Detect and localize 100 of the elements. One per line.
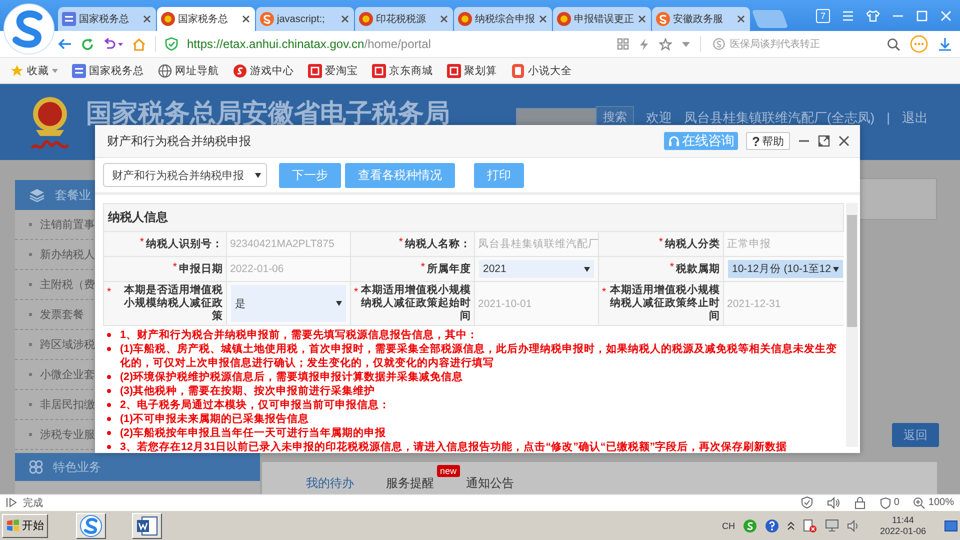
bullet-icon xyxy=(107,347,111,351)
sidebar-toggle-icon[interactable] xyxy=(6,497,17,508)
shirt-icon[interactable] xyxy=(866,10,880,22)
close-icon[interactable] xyxy=(340,14,350,24)
bookmark[interactable]: 爱淘宝 xyxy=(308,64,358,78)
lightning-icon[interactable] xyxy=(639,38,649,50)
show-desktop-icon[interactable] xyxy=(944,518,958,532)
address-field[interactable]: https://etax.anhui.chinatax.gov.cn/home/portal xyxy=(187,37,431,51)
refresh-icon[interactable] xyxy=(81,38,94,50)
field-value: 2022-01-06 xyxy=(230,263,284,275)
search-icon[interactable] xyxy=(887,38,900,50)
bookmark[interactable]: 游戏中心 xyxy=(233,64,294,78)
adblock-counter[interactable]: 0 xyxy=(880,496,900,508)
search-field[interactable]: 医保局谈判代表转正 xyxy=(730,38,860,50)
portal-tab[interactable]: 通知公告 xyxy=(466,475,514,491)
close-icon[interactable] xyxy=(838,135,850,147)
game-icon xyxy=(233,64,247,78)
lock-icon[interactable] xyxy=(854,496,866,508)
back-icon[interactable] xyxy=(58,38,72,50)
required-mark: * xyxy=(658,236,663,248)
notice-text: (1)不可申报未来属期的已采集报告信息 xyxy=(120,412,310,426)
zoom-level[interactable]: 100% xyxy=(913,496,954,508)
shop-icon xyxy=(308,64,322,78)
star-icon[interactable] xyxy=(659,38,672,50)
windows-flag-icon xyxy=(6,519,20,532)
bullet-icon xyxy=(107,375,111,379)
close-icon[interactable] xyxy=(736,14,746,24)
field-label: 纳税人分类 xyxy=(665,238,720,250)
close-icon[interactable] xyxy=(637,14,647,24)
start-button[interactable]: 开始 xyxy=(2,514,48,538)
scrollbar[interactable] xyxy=(846,203,858,447)
clock-time: 11:44 xyxy=(892,514,914,526)
required-mark: * xyxy=(398,236,403,248)
browser-tab[interactable]: 国家税务总 xyxy=(58,7,156,31)
download-icon[interactable] xyxy=(938,37,952,51)
close-icon[interactable] xyxy=(142,14,152,24)
speaker-icon[interactable] xyxy=(826,496,840,508)
input-method-icon[interactable] xyxy=(742,518,757,532)
bookmark[interactable]: 网址导航 xyxy=(158,64,219,78)
browser-tab[interactable]: 国家税务总 xyxy=(157,7,255,31)
browser-logo-icon[interactable] xyxy=(3,3,55,55)
required-mark: * xyxy=(354,286,358,298)
notice-text: (2)环境保护税维护税源信息后，需要填报申报计算数据并采集减免信息 xyxy=(120,370,464,384)
field-value: 2021-12-31 xyxy=(727,298,781,310)
notice-text: 2、电子税务局通过本模块，仅可申报当前可申报信息： xyxy=(120,398,390,412)
bookmark[interactable]: 收藏 xyxy=(10,64,58,78)
zoom-icon xyxy=(913,496,926,508)
shield-icon[interactable] xyxy=(800,496,813,509)
taskbar-app[interactable] xyxy=(76,512,106,538)
bookmark[interactable]: 小说大全 xyxy=(511,64,572,78)
close-icon[interactable] xyxy=(538,14,548,24)
field-label: 本期是否适用增值税小规模纳税人减征政策 xyxy=(122,284,223,323)
select-field[interactable]: 是 xyxy=(231,285,346,322)
shield-icon xyxy=(880,496,891,508)
menu-icon[interactable] xyxy=(842,10,854,22)
undo-icon[interactable] xyxy=(103,38,123,50)
browser-tab[interactable]: javascript:; xyxy=(256,7,354,31)
caret-icon[interactable] xyxy=(52,68,58,72)
field-label: 本期适用增值税小规模纳税人减征政策终止时间 xyxy=(608,284,720,323)
search-field[interactable] xyxy=(516,108,596,128)
bookmark[interactable]: 聚划算 xyxy=(447,64,497,78)
input-language[interactable]: CH xyxy=(722,520,735,530)
site-icon xyxy=(62,12,76,26)
select-field[interactable]: 10-12月份 (10-1至12 xyxy=(728,260,843,278)
browser-tab[interactable]: 纳税综合申报 xyxy=(454,7,552,31)
browser-tab[interactable]: 申报错误更正 xyxy=(553,7,651,31)
bookmark[interactable]: 京东商城 xyxy=(372,64,433,78)
select-field[interactable]: 2021 xyxy=(479,260,594,278)
bullet-icon xyxy=(107,431,111,435)
help-icon[interactable] xyxy=(764,518,779,532)
taskbar-app[interactable] xyxy=(132,512,162,538)
required-mark: * xyxy=(172,261,177,273)
bullet-icon xyxy=(107,389,111,393)
form-select[interactable]: 财产和行为税合并纳税申报 xyxy=(103,163,267,187)
portal-tab[interactable]: 我的待办 xyxy=(306,475,354,491)
sidebar-title: 特色业务 xyxy=(53,458,101,476)
close-icon[interactable] xyxy=(241,14,251,24)
sidebar-title: 套餐业 xyxy=(55,186,91,204)
monitor-icon[interactable] xyxy=(824,519,839,532)
chevron-up-icon[interactable] xyxy=(786,520,795,530)
browser-tab[interactable]: 印花税税源 xyxy=(355,7,453,31)
maximize-icon[interactable] xyxy=(818,135,830,147)
bookmark[interactable]: 国家税务总 xyxy=(72,64,144,78)
bullet-icon xyxy=(107,333,111,337)
clock-date: 2022-01-06 xyxy=(880,526,926,536)
browser-tab[interactable]: 安徽政务服 xyxy=(652,7,750,31)
help-button[interactable]: ?帮助 xyxy=(746,132,790,150)
caret-icon xyxy=(336,301,342,306)
network-icon[interactable] xyxy=(802,518,817,532)
close-icon[interactable] xyxy=(439,14,449,24)
required-mark: * xyxy=(107,286,112,298)
circle-logo-icon xyxy=(80,514,102,536)
speaker-icon[interactable] xyxy=(846,520,860,532)
user-name: 凤台县桂集镇联维汽配厂(全志凤) xyxy=(684,108,875,126)
grid-icon[interactable] xyxy=(617,38,629,50)
required-mark: * xyxy=(670,261,674,273)
caret-icon[interactable] xyxy=(682,42,690,46)
section-title: 纳税人信息 xyxy=(103,203,844,232)
circle-logo-icon xyxy=(656,12,670,26)
dialog-title: 财产和行为税合并纳税申报 xyxy=(107,132,251,150)
